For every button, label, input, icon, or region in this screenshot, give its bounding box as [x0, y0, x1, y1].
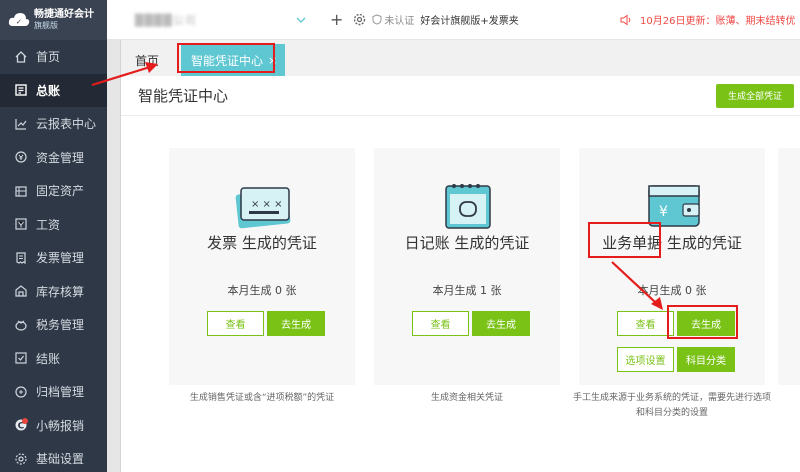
generate-button[interactable]: 去生成	[472, 311, 530, 336]
card-description: 生成销售凭证或含“进项税额”的凭证	[189, 393, 335, 403]
chart-icon	[14, 117, 28, 131]
card-description: 手工生成来源于业务系统的凭证，需要先进行选项和科目分类的设置	[573, 393, 772, 418]
card-count: 本月生成 0 张	[637, 284, 707, 297]
content-header: 智能凭证中心 生成全部凭证	[121, 76, 800, 116]
home-icon	[14, 50, 28, 64]
asset-icon	[14, 184, 28, 198]
sidebar: ✓ 畅捷通好会计 旗舰版 首页 总账 云报表中心 资金管理 固定资产 工资 发票…	[0, 0, 107, 472]
verify-status[interactable]: 未认证	[372, 12, 414, 27]
update-notice[interactable]: 10月26日更新：账薄、期末结转优	[620, 12, 800, 27]
generate-all-button[interactable]: 生成全部凭证	[715, 83, 794, 108]
view-button[interactable]: 查看	[617, 311, 674, 336]
sidebar-item-label: 归档管理	[36, 385, 85, 400]
card-description: 生成资金相关凭证	[430, 393, 503, 403]
sidebar-item-home[interactable]: 首页	[0, 40, 107, 74]
annotation-box-title	[588, 222, 661, 258]
sidebar-item-label: 结账	[36, 351, 61, 366]
card-count: 本月生成 1 张	[432, 284, 502, 297]
generate-button[interactable]: 去生成	[267, 311, 325, 336]
card-title: 发票 生成的凭证	[207, 234, 317, 252]
verify-label: 未认证	[384, 16, 415, 27]
sidebar-item-funds[interactable]: 资金管理	[0, 141, 107, 175]
sidebar-item-settings[interactable]: 基础设置	[0, 442, 107, 472]
options-settings-button[interactable]: 选项设置	[617, 347, 674, 372]
tax-icon	[14, 318, 28, 332]
settings-icon	[14, 452, 28, 466]
inventory-icon	[14, 284, 28, 298]
top-bar: ████公司 + 未认证 好会计旗舰版+发票夹 10月26日更新：账薄、期末结转…	[107, 0, 800, 40]
card-title: 日记账 生成的凭证	[404, 234, 530, 252]
page-title: 智能凭证中心	[138, 87, 229, 105]
sidebar-item-cloud-reports[interactable]: 云报表中心	[0, 107, 107, 141]
sidebar-item-label: 总账	[36, 83, 61, 98]
sidebar-item-tax[interactable]: 税务管理	[0, 308, 107, 342]
svg-text:× × ×: × × ×	[251, 199, 283, 210]
sidebar-item-label: 资金管理	[36, 150, 85, 165]
ledger-icon	[14, 83, 28, 97]
sidebar-item-checkout[interactable]: 结账	[0, 342, 107, 376]
sidebar-item-label: 小畅报销	[36, 418, 85, 433]
logo[interactable]: ✓ 畅捷通好会计 旗舰版	[0, 0, 107, 40]
card-count: 本月生成 0 张	[227, 284, 297, 297]
add-icon[interactable]: +	[330, 11, 343, 28]
sidebar-item-label: 税务管理	[36, 318, 85, 333]
invoice-voucher-card: × × × 发票 生成的凭证 本月生成 0 张 查看 去生成 生成销售凭证或含“…	[169, 148, 355, 403]
svg-text:✓: ✓	[16, 18, 22, 26]
sidebar-item-invoices[interactable]: 发票管理	[0, 241, 107, 275]
company-name: ████公司	[135, 13, 197, 27]
svg-text:¥: ¥	[659, 204, 668, 220]
sidebar-item-label: 云报表中心	[36, 117, 97, 132]
main-content: 智能凭证中心 生成全部凭证 × × × 发票 生成的凭证 本月生成 0 张 查看…	[121, 76, 800, 472]
sidebar-item-label: 首页	[36, 50, 61, 65]
view-button[interactable]: 查看	[412, 311, 469, 336]
sidebar-item-label: 库存核算	[36, 284, 85, 299]
sidebar-scrollbar[interactable]	[107, 40, 121, 472]
sidebar-nav: 首页 总账 云报表中心 资金管理 固定资产 工资 发票管理 库存核算 税务管理 …	[0, 40, 107, 472]
sidebar-item-label: 工资	[36, 217, 61, 232]
logo-title: 畅捷通好会计	[34, 9, 94, 20]
view-button[interactable]: 查看	[207, 311, 264, 336]
logo-subtitle: 旗舰版	[34, 21, 58, 30]
card-title-suffix: 生成的凭证	[662, 234, 742, 252]
business-doc-voucher-card: ¥ 业务单据 生成的凭证 本月生成 0 张 查看 去生成 选项设置 科目分类 手…	[573, 148, 771, 418]
sidebar-item-reimburse[interactable]: C 小畅报销	[0, 409, 107, 443]
sidebar-item-salary[interactable]: 工资	[0, 208, 107, 242]
app-root: ✓ 畅捷通好会计 旗舰版 首页 总账 云报表中心 资金管理 固定资产 工资 发票…	[0, 0, 800, 472]
sidebar-item-ledger[interactable]: 总账	[0, 73, 107, 107]
sidebar-item-label: 发票管理	[36, 251, 85, 266]
annotation-box-tab	[177, 43, 275, 73]
voucher-cards: × × × 发票 生成的凭证 本月生成 0 张 查看 去生成 生成销售凭证或含“…	[169, 148, 771, 418]
archive-icon	[14, 385, 28, 399]
salary-icon	[14, 217, 28, 231]
journal-illustration-icon	[445, 184, 491, 229]
sidebar-item-fixed-assets[interactable]: 固定资产	[0, 174, 107, 208]
notice-text: 10月26日更新：账薄、期末结转优	[640, 16, 796, 27]
sidebar-item-label: 固定资产	[36, 184, 85, 199]
cloud-logo-icon: ✓	[8, 13, 30, 26]
tab-home[interactable]: 首页	[121, 44, 169, 76]
checkout-icon	[14, 351, 28, 365]
sidebar-item-archive[interactable]: 归档管理	[0, 375, 107, 409]
invoice-illustration-icon: × × ×	[235, 187, 291, 229]
company-selector[interactable]: ████公司	[135, 9, 310, 31]
money-icon	[14, 150, 28, 164]
sidebar-item-inventory[interactable]: 库存核算	[0, 275, 107, 309]
invoice-icon	[14, 251, 28, 265]
next-card-partial	[778, 148, 800, 385]
sidebar-item-label: 基础设置	[36, 452, 85, 467]
speaker-icon	[620, 14, 631, 25]
edition-label: 好会计旗舰版+发票夹	[420, 16, 519, 27]
gear-icon[interactable]	[353, 13, 366, 26]
subject-classification-button[interactable]: 科目分类	[677, 347, 735, 372]
chevron-down-icon	[296, 17, 306, 23]
journal-voucher-card: 日记账 生成的凭证 本月生成 1 张 查看 去生成 生成资金相关凭证	[374, 148, 560, 403]
shield-icon	[372, 14, 382, 25]
annotation-box-generate	[667, 305, 738, 339]
